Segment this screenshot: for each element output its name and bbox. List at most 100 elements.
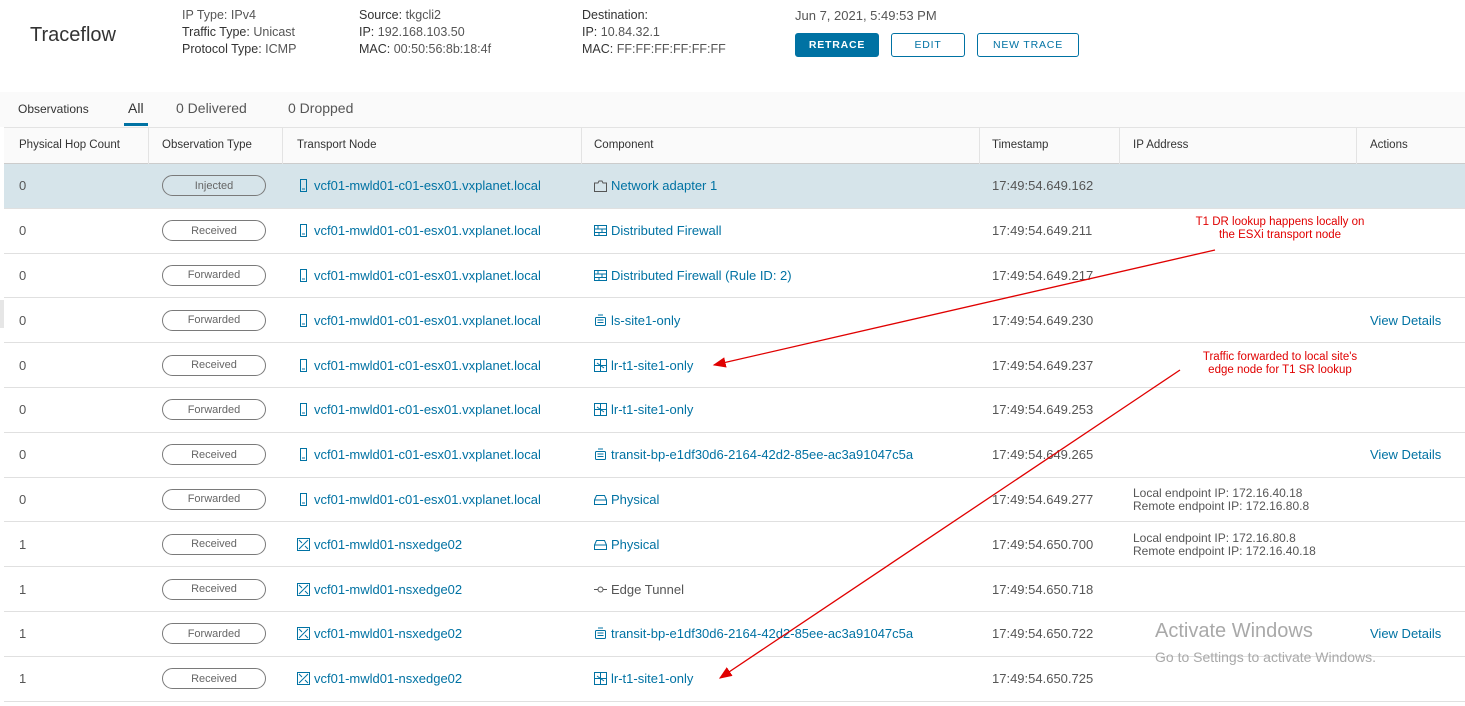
destination-mac-label: MAC: xyxy=(582,42,614,56)
observation-type-badge: Received xyxy=(162,533,266,555)
page-title: Traceflow xyxy=(30,24,116,46)
transport-node-label: vcf01-mwld01-nsxedge02 xyxy=(314,536,463,552)
transport-node-link[interactable]: vcf01-mwld01-nsxedge02 xyxy=(297,582,462,597)
table-row[interactable]: 0 Forwarded vcf01-mwld01-c01-esx01.vxplane… xyxy=(4,253,1465,299)
source-label: Source: xyxy=(359,8,403,22)
transport-node-link[interactable]: vcf01-mwld01-c01-esx01.vxplanet.local xyxy=(297,223,541,238)
col-ip-address[interactable]: IP Address xyxy=(1133,139,1188,151)
remote-endpoint-ip: Remote endpoint IP: 172.16.80.8 xyxy=(1133,498,1310,513)
edge-icon xyxy=(297,537,314,552)
source-mac-value: 00:50:56:8b:18:4f xyxy=(393,42,492,56)
observation-tabs: Observations All 0 Delivered 0 Dropped xyxy=(0,92,1465,127)
component-link[interactable]: Network adapter 1 xyxy=(594,178,717,193)
observations-table: Physical Hop Count Observation Type Tran… xyxy=(4,127,1465,702)
observation-type-badge: Received xyxy=(162,354,266,376)
component-label: transit-bp-e1df30d6-2164-42d2-85ee-ac3a9… xyxy=(611,626,914,642)
component-link[interactable]: ls-site1-only xyxy=(594,313,680,328)
col-observation-type[interactable]: Observation Type xyxy=(162,139,252,151)
transport-node-link[interactable]: vcf01-mwld01-nsxedge02 xyxy=(297,626,462,641)
component-link[interactable]: Physical xyxy=(594,492,659,507)
component-link[interactable]: Physical xyxy=(594,537,659,552)
protocol-type-label: Protocol Type: xyxy=(182,42,262,56)
observation-type-badge: Injected xyxy=(162,175,266,197)
component-link[interactable]: lr-t1-site1-only xyxy=(594,671,693,686)
col-component[interactable]: Component xyxy=(594,139,653,151)
table-row[interactable]: 1 Received vcf01-mwld01-nsxedge02 Edge Tunn… xyxy=(4,567,1465,612)
transport-node-label: vcf01-mwld01-c01-esx01.vxplanet.local xyxy=(314,312,541,328)
hop-count-cell: 0 xyxy=(19,267,27,283)
view-details-link[interactable]: View Details xyxy=(1370,313,1441,328)
edge-icon xyxy=(297,626,314,641)
col-actions[interactable]: Actions xyxy=(1370,139,1408,151)
physical-icon xyxy=(594,537,611,552)
observation-type-badge: Received xyxy=(162,444,266,466)
col-physical-hop-count[interactable]: Physical Hop Count xyxy=(19,139,120,151)
component-link[interactable]: Distributed Firewall xyxy=(594,223,722,238)
hop-count-cell: 1 xyxy=(19,536,27,552)
transport-node-link[interactable]: vcf01-mwld01-c01-esx01.vxplanet.local xyxy=(297,268,541,283)
activate-windows-hint: Go to Settings to activate Windows. xyxy=(1155,649,1376,665)
observation-type-badge: Forwarded xyxy=(162,309,266,331)
table-row[interactable]: 0 Forwarded vcf01-mwld01-c01-esx01.vxplane… xyxy=(4,477,1465,523)
column-divider xyxy=(979,128,980,164)
transport-node-label: vcf01-mwld01-nsxedge02 xyxy=(314,581,463,597)
component-label: ls-site1-only xyxy=(611,312,681,328)
annotation-line: Traffic forwarded to local site's xyxy=(1202,351,1358,363)
component-link[interactable]: lr-t1-site1-only xyxy=(594,358,693,373)
source-info: Source: tkgcli2 IP: 192.168.103.50 MAC: … xyxy=(359,7,491,58)
host-icon xyxy=(297,178,314,193)
transport-node-link[interactable]: vcf01-mwld01-c01-esx01.vxplanet.local xyxy=(297,178,541,193)
transport-node-link[interactable]: vcf01-mwld01-c01-esx01.vxplanet.local xyxy=(297,313,541,328)
component-link: Edge Tunnel xyxy=(594,582,684,597)
transport-node-link[interactable]: vcf01-mwld01-nsxedge02 xyxy=(297,537,462,552)
table-row[interactable]: 0 Injected vcf01-mwld01-c01-esx01.vxplanet… xyxy=(4,164,1465,209)
view-details-link[interactable]: View Details xyxy=(1370,447,1441,462)
traceflow-header: Traceflow IP Type: IPv4 Traffic Type: Un… xyxy=(0,0,1465,92)
source-value: tkgcli2 xyxy=(405,8,442,22)
component-link[interactable]: Distributed Firewall (Rule ID: 2) xyxy=(594,268,792,283)
transport-node-link[interactable]: vcf01-mwld01-c01-esx01.vxplanet.local xyxy=(297,447,541,462)
active-tab-indicator xyxy=(124,123,148,126)
transport-node-label: vcf01-mwld01-c01-esx01.vxplanet.local xyxy=(314,491,541,507)
transport-node-link[interactable]: vcf01-mwld01-c01-esx01.vxplanet.local xyxy=(297,358,541,373)
host-icon xyxy=(297,223,314,238)
hop-count-cell: 0 xyxy=(19,491,27,507)
col-transport-node[interactable]: Transport Node xyxy=(297,139,376,151)
table-row[interactable]: 1 Received vcf01-mwld01-nsxedge02 Physical 1… xyxy=(4,522,1465,568)
switch-icon xyxy=(594,313,611,328)
hop-count-cell: 0 xyxy=(19,223,27,239)
col-timestamp[interactable]: Timestamp xyxy=(992,139,1048,151)
component-label: Physical xyxy=(611,536,660,552)
hop-count-cell: 0 xyxy=(19,447,27,463)
table-row[interactable]: 0 Received vcf01-mwld01-c01-esx01.vxplanet… xyxy=(4,432,1465,478)
new-trace-button[interactable]: NEW TRACE xyxy=(977,33,1079,57)
retrace-button[interactable]: RETRACE xyxy=(795,33,879,57)
tab-delivered[interactable]: 0 Delivered xyxy=(176,100,247,116)
transport-node-link[interactable]: vcf01-mwld01-nsxedge02 xyxy=(297,671,462,686)
ip-address-cell: Local endpoint IP: 172.16.80.8 Remote end… xyxy=(1133,531,1316,558)
hop-count-cell: 0 xyxy=(19,357,27,373)
ip-type-value: IPv4 xyxy=(230,8,256,22)
tab-all[interactable]: All xyxy=(128,100,144,116)
table-row[interactable]: 0 Forwarded vcf01-mwld01-c01-esx01.vxplane… xyxy=(4,387,1465,433)
annotation-t1-dr-lookup: T1 DR lookup happens locally on the ESXi… xyxy=(1160,216,1400,242)
transport-node-label: vcf01-mwld01-c01-esx01.vxplanet.local xyxy=(314,357,541,373)
component-link[interactable]: lr-t1-site1-only xyxy=(594,402,693,417)
observation-type-badge: Forwarded xyxy=(162,399,266,421)
transport-node-label: vcf01-mwld01-c01-esx01.vxplanet.local xyxy=(314,178,541,194)
timestamp-cell: 17:49:54.649.237 xyxy=(992,357,1094,373)
transport-node-link[interactable]: vcf01-mwld01-c01-esx01.vxplanet.local xyxy=(297,492,541,507)
component-label: transit-bp-e1df30d6-2164-42d2-85ee-ac3a9… xyxy=(611,447,914,463)
destination-info: Destination: IP: 10.84.32.1 MAC: FF:FF:F… xyxy=(582,7,726,58)
view-details-link[interactable]: View Details xyxy=(1370,626,1441,641)
table-row[interactable]: 0 Forwarded vcf01-mwld01-c01-esx01.vxplane… xyxy=(4,298,1465,344)
observation-type-badge: Received xyxy=(162,668,266,690)
edit-button[interactable]: EDIT xyxy=(891,33,965,57)
transport-node-link[interactable]: vcf01-mwld01-c01-esx01.vxplanet.local xyxy=(297,402,541,417)
router-icon xyxy=(594,358,611,373)
tab-dropped[interactable]: 0 Dropped xyxy=(288,100,353,116)
observation-type-badge: Forwarded xyxy=(162,264,266,286)
component-link[interactable]: transit-bp-e1df30d6-2164-42d2-85ee-ac3a9… xyxy=(594,626,913,641)
component-link[interactable]: transit-bp-e1df30d6-2164-42d2-85ee-ac3a9… xyxy=(594,447,913,462)
timestamp-cell: 17:49:54.650.718 xyxy=(992,581,1094,597)
